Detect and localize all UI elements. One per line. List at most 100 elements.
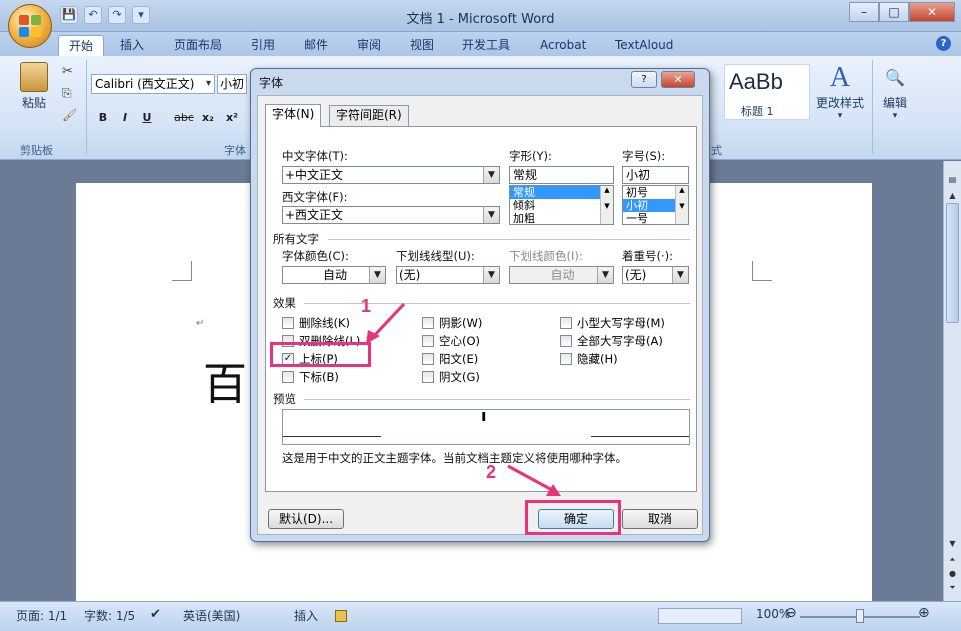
language-status[interactable]: 英语(美国) xyxy=(183,607,240,624)
checkbox-label: 删除线(K) xyxy=(299,316,351,330)
list-scrollbar[interactable]: ▲ ▼ xyxy=(600,186,613,224)
maximize-button[interactable]: □ xyxy=(879,2,909,22)
superscript-button[interactable]: x² xyxy=(222,108,242,128)
dialog-help-button[interactable]: ? xyxy=(631,71,657,88)
zoom-out-icon[interactable]: ⊖ xyxy=(785,605,797,621)
ribbon-separator xyxy=(86,60,87,154)
tab-references[interactable]: 引用 xyxy=(251,35,275,56)
copy-icon[interactable]: ⎘ xyxy=(62,86,72,101)
dialog-close-button[interactable]: ✕ xyxy=(661,71,695,88)
subscript-checkbox[interactable]: 下标(B) xyxy=(282,369,339,385)
tab-insert[interactable]: 插入 xyxy=(120,35,144,56)
font-group-label: 字体 xyxy=(224,144,246,157)
shadow-checkbox[interactable]: 阴影(W) xyxy=(422,315,482,331)
insert-mode[interactable]: 插入 xyxy=(294,607,318,624)
style-heading1[interactable]: AaBb 标题 1 xyxy=(724,64,810,120)
font-size-label: 字号(S): xyxy=(622,149,666,163)
word-count[interactable]: 字数: 1/5 xyxy=(84,607,135,624)
underline-button[interactable]: U xyxy=(137,108,157,128)
emphasis-mark-select[interactable]: (无) ▼ xyxy=(622,266,689,284)
checkbox-box xyxy=(560,335,572,347)
list-scrollbar[interactable]: ▲ ▼ xyxy=(675,186,688,224)
small-caps-checkbox[interactable]: 小型大写字母(M) xyxy=(560,315,665,331)
all-caps-checkbox[interactable]: 全部大写字母(A) xyxy=(560,333,663,349)
emboss-checkbox[interactable]: 阳文(E) xyxy=(422,351,478,367)
font-size-box[interactable]: 小初 xyxy=(217,74,247,94)
next-page-icon[interactable]: ⏷ xyxy=(946,583,959,593)
close-button[interactable]: ✕ xyxy=(909,2,955,22)
hidden-checkbox[interactable]: 隐藏(H) xyxy=(560,351,618,367)
font-size-list[interactable]: 初号 小初 一号 ▲ ▼ xyxy=(622,185,689,225)
help-icon[interactable]: ? xyxy=(936,36,951,51)
strikethrough-checkbox[interactable]: 删除线(K) xyxy=(282,315,350,331)
western-font-select[interactable]: +西文正文 ▼ xyxy=(282,206,500,224)
paste-button[interactable]: 粘贴 xyxy=(14,62,54,111)
tab-view[interactable]: 视图 xyxy=(410,35,434,56)
page-count[interactable]: 页面: 1/1 xyxy=(16,607,67,624)
strikethrough-button[interactable]: abc xyxy=(172,108,196,128)
tab-font[interactable]: 字体(N) xyxy=(265,104,322,127)
font-color-select[interactable]: 自动 ▼ xyxy=(282,266,386,284)
style-preview-text: AaBb xyxy=(729,69,783,94)
scroll-up-icon[interactable]: ▲ xyxy=(946,191,959,200)
tab-home[interactable]: 开始 xyxy=(58,35,105,56)
editing-button[interactable]: 🔍 编辑 ▾ xyxy=(876,62,914,121)
italic-button[interactable]: I xyxy=(115,108,135,128)
engrave-checkbox[interactable]: 阴文(G) xyxy=(422,369,480,385)
underline-style-select[interactable]: (无) ▼ xyxy=(396,266,500,284)
checkbox-label: 阴文(G) xyxy=(439,370,480,384)
bold-button[interactable]: B xyxy=(93,108,113,128)
ruler-toggle-icon[interactable]: ▤ xyxy=(946,175,959,184)
tab-acrobat[interactable]: Acrobat xyxy=(540,35,586,56)
font-size-input[interactable]: 小初 xyxy=(622,166,689,184)
window-title: 文档 1 - Microsoft Word xyxy=(406,12,555,27)
baidu-watermark: Bai经验 xyxy=(720,534,841,572)
crop-mark xyxy=(172,261,192,281)
baidu-watermark-url: jingyan.baidu.com xyxy=(760,571,871,585)
change-styles-button[interactable]: A 更改样式 ▾ xyxy=(812,62,868,121)
browse-object-icon[interactable]: ● xyxy=(946,569,959,578)
font-style-input[interactable]: 常规 xyxy=(509,166,614,184)
font-name-box[interactable]: Calibri (西文正文) xyxy=(91,74,215,94)
chevron-down-icon: ▼ xyxy=(672,267,688,283)
tab-mailings[interactable]: 邮件 xyxy=(304,35,328,56)
subscript-button[interactable]: x₂ xyxy=(198,108,218,128)
vertical-scrollbar[interactable]: ▤ ▲ ▼ ⏶ ● ⏷ xyxy=(943,161,961,601)
format-painter-icon[interactable]: 🖌 xyxy=(62,108,77,122)
default-button[interactable]: 默认(D)... xyxy=(268,509,344,529)
zoom-slider-knob[interactable] xyxy=(856,609,864,623)
office-button[interactable] xyxy=(8,4,52,48)
zoom-in-icon[interactable]: ⊕ xyxy=(918,605,930,621)
tab-page-layout[interactable]: 页面布局 xyxy=(174,35,222,56)
list-item[interactable]: 常规 xyxy=(510,186,613,199)
cancel-button[interactable]: 取消 xyxy=(622,509,698,529)
font-style-list[interactable]: 常规 倾斜 加粗 ▲ ▼ xyxy=(509,185,614,225)
font-style-label: 字形(Y): xyxy=(509,149,552,163)
view-buttons[interactable] xyxy=(658,608,742,624)
chinese-font-select[interactable]: +中文正文 ▼ xyxy=(282,166,500,184)
checkbox-box xyxy=(422,335,434,347)
chevron-down-icon: ▼ xyxy=(369,267,385,283)
tab-textaloud[interactable]: TextAloud xyxy=(615,35,673,56)
preview-box: ı xyxy=(282,406,690,445)
outline-checkbox[interactable]: 空心(O) xyxy=(422,333,480,349)
checkbox-label: 空心(O) xyxy=(439,334,481,348)
prev-page-icon[interactable]: ⏶ xyxy=(946,555,959,565)
underline-color-select: 自动 ▼ xyxy=(509,266,614,284)
tab-developer[interactable]: 开发工具 xyxy=(462,35,510,56)
effects-section: 效果 xyxy=(273,296,296,310)
scroll-down-icon[interactable]: ▼ xyxy=(946,539,959,548)
tab-character-spacing[interactable]: 字符间距(R) xyxy=(329,105,409,126)
document-text: 百 xyxy=(203,359,247,410)
scroll-thumb[interactable] xyxy=(946,203,959,323)
list-item[interactable]: 倾斜 xyxy=(510,199,613,212)
macro-icon[interactable] xyxy=(335,610,347,622)
proofing-icon[interactable]: ✔ xyxy=(150,607,161,622)
highlight-ok-button xyxy=(525,500,621,535)
list-item[interactable]: 加粗 xyxy=(510,212,613,224)
window-controls: – □ ✕ xyxy=(849,2,955,22)
minimize-button[interactable]: – xyxy=(849,2,879,22)
tab-review[interactable]: 审阅 xyxy=(357,35,381,56)
cut-icon[interactable]: ✂ xyxy=(62,64,73,79)
all-text-section: 所有文字 xyxy=(273,232,319,246)
